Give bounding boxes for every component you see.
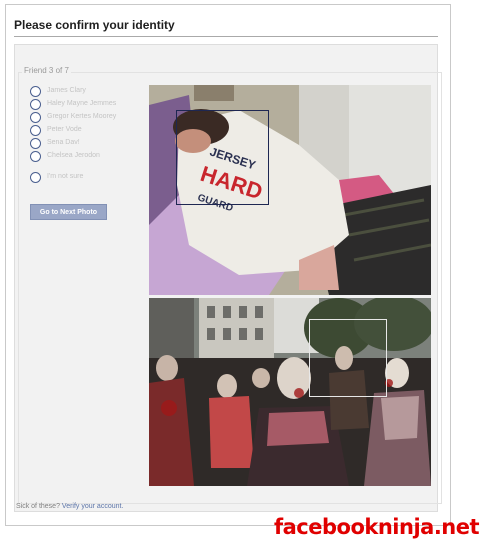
option-label: Chelsea Jerodon <box>47 152 100 159</box>
option-label: Peter Vode <box>47 126 82 133</box>
title-divider <box>14 36 438 37</box>
option-label: I'm not sure <box>47 173 84 180</box>
radio-button[interactable] <box>30 112 41 123</box>
option-label: Sena Dav! <box>47 139 80 146</box>
friend-photo: JERSEY HARD GUARD <box>149 85 431 295</box>
footer-note: Sick of these? Verify your account. <box>16 503 123 510</box>
radio-button[interactable] <box>30 151 41 162</box>
radio-button[interactable] <box>30 99 41 110</box>
face-tag-box <box>176 110 269 205</box>
next-photo-button[interactable]: Go to Next Photo <box>30 204 107 220</box>
option-label: James Clary <box>47 87 86 94</box>
option-label: Haley Mayne Jemmes <box>47 100 117 107</box>
option-label: Gregor Kertes Moorey <box>47 113 117 120</box>
face-tag-box <box>309 319 387 397</box>
friend-photo <box>149 298 431 486</box>
verify-account-link[interactable]: Verify your account. <box>62 503 123 510</box>
dialog-title: Please confirm your identity <box>14 18 175 32</box>
radio-button[interactable] <box>30 138 41 149</box>
radio-button[interactable] <box>30 86 41 97</box>
friend-counter: Friend 3 of 7 <box>22 66 71 75</box>
footer-prefix: Sick of these? <box>16 503 60 510</box>
photo-zombie-crowd <box>149 298 431 486</box>
radio-button[interactable] <box>30 172 41 183</box>
radio-button[interactable] <box>30 125 41 136</box>
watermark-text: facebookninja.net <box>274 515 480 539</box>
